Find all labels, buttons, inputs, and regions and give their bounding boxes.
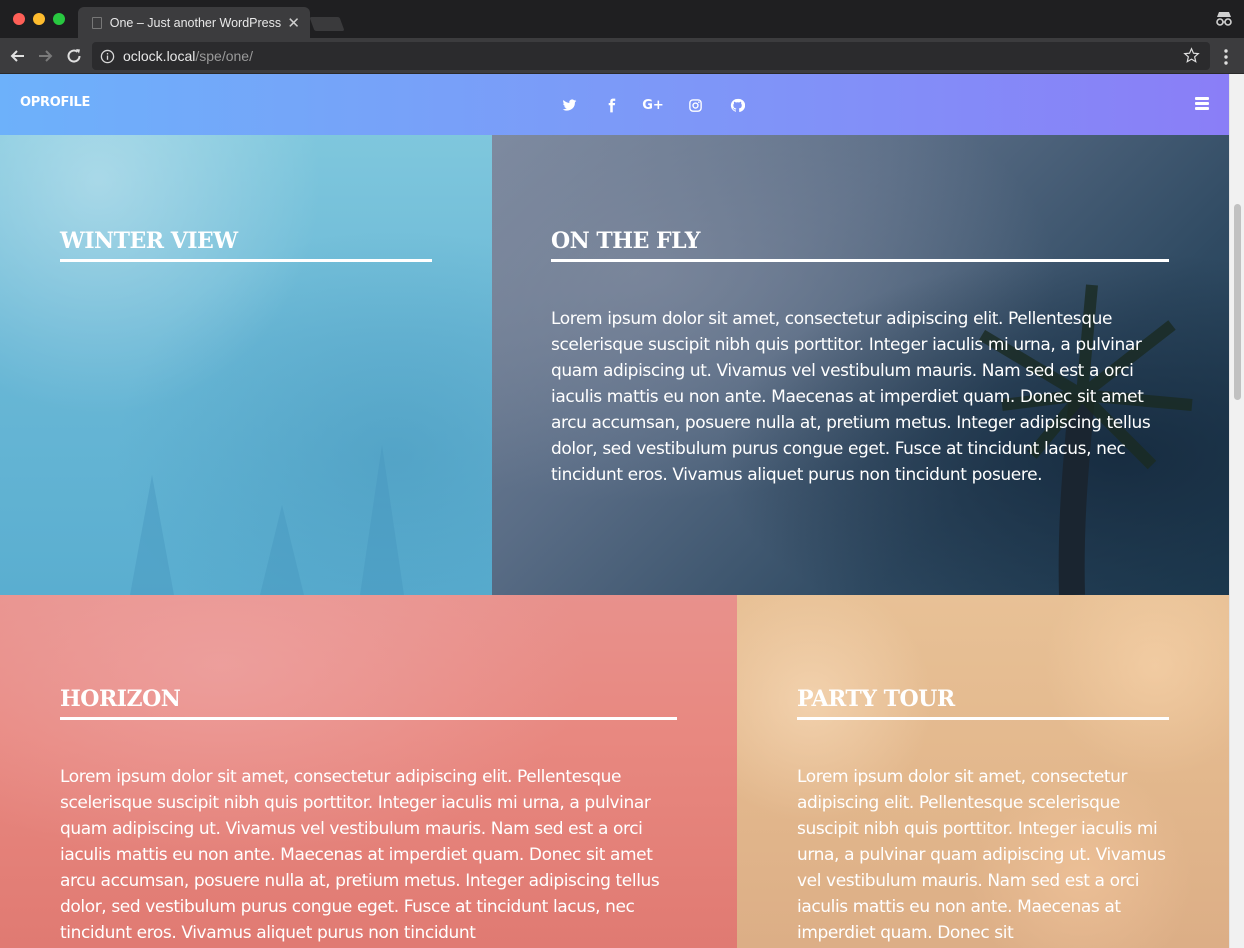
reload-icon[interactable] (64, 46, 84, 66)
site-logo[interactable]: OPROFILE (20, 95, 90, 110)
panel-text: Lorem ipsum dolor sit amet, consectetur … (551, 309, 1151, 485)
address-bar[interactable]: oclock.local/spe/one/ (92, 42, 1210, 70)
panel-title: ON THE FLY (551, 228, 700, 254)
page-favicon-icon (92, 16, 102, 29)
tree-shape (130, 475, 174, 595)
url-host: oclock.local (123, 48, 196, 64)
bookmark-star-icon[interactable] (1183, 47, 1200, 64)
panel-winter-view[interactable]: WINTER VIEW (0, 135, 492, 595)
browser-tab[interactable]: One – Just another WordPress site ✕ (78, 7, 310, 38)
title-underline (60, 717, 677, 720)
panel-text: Lorem ipsum dolor sit amet, consectetur … (797, 767, 1166, 943)
vertical-scrollbar[interactable] (1229, 74, 1244, 948)
incognito-icon (1216, 12, 1232, 26)
panel-on-the-fly[interactable]: ON THE FLY Lorem ipsum dolor sit amet, c… (492, 135, 1229, 595)
social-links: G+ (548, 94, 758, 116)
panel-title: WINTER VIEW (60, 228, 238, 254)
tab-title: One – Just another WordPress site (109, 15, 282, 30)
new-tab-button[interactable] (309, 17, 345, 31)
tree-shape (260, 505, 304, 595)
panel-text: Lorem ipsum dolor sit amet, consectetur … (60, 767, 660, 943)
forward-arrow-icon[interactable] (35, 46, 55, 66)
panel-horizon[interactable]: HORIZON Lorem ipsum dolor sit amet, cons… (0, 595, 737, 948)
info-icon[interactable] (100, 49, 115, 64)
browser-titlebar: One – Just another WordPress site ✕ (0, 0, 1244, 38)
tab-close-icon[interactable]: ✕ (287, 14, 300, 32)
google-plus-icon[interactable]: G+ (632, 94, 674, 116)
facebook-icon[interactable] (590, 94, 632, 116)
tree-shape (360, 445, 404, 595)
github-icon[interactable] (716, 94, 758, 116)
back-arrow-icon[interactable] (8, 46, 28, 66)
panel-title: HORIZON (60, 686, 181, 712)
url-path: /spe/one/ (195, 48, 253, 64)
panel-party-tour[interactable]: PARTY TOUR Lorem ipsum dolor sit amet, c… (737, 595, 1229, 948)
title-underline (60, 259, 432, 262)
hamburger-menu-icon[interactable] (1195, 97, 1209, 111)
instagram-icon[interactable] (674, 94, 716, 116)
scrollbar-thumb[interactable] (1234, 204, 1241, 400)
maximize-window-button[interactable] (53, 13, 65, 25)
twitter-icon[interactable] (548, 94, 590, 116)
browser-toolbar: oclock.local/spe/one/ (0, 38, 1244, 74)
close-window-button[interactable] (13, 13, 25, 25)
page-viewport: OPROFILE G+ WINTER VIEW ON THE FLY Lorem… (0, 74, 1229, 948)
minimize-window-button[interactable] (33, 13, 45, 25)
browser-menu-icon[interactable] (1216, 47, 1236, 67)
panel-title: PARTY TOUR (797, 686, 955, 712)
site-header: OPROFILE G+ (0, 74, 1229, 135)
title-underline (797, 717, 1169, 720)
title-underline (551, 259, 1169, 262)
